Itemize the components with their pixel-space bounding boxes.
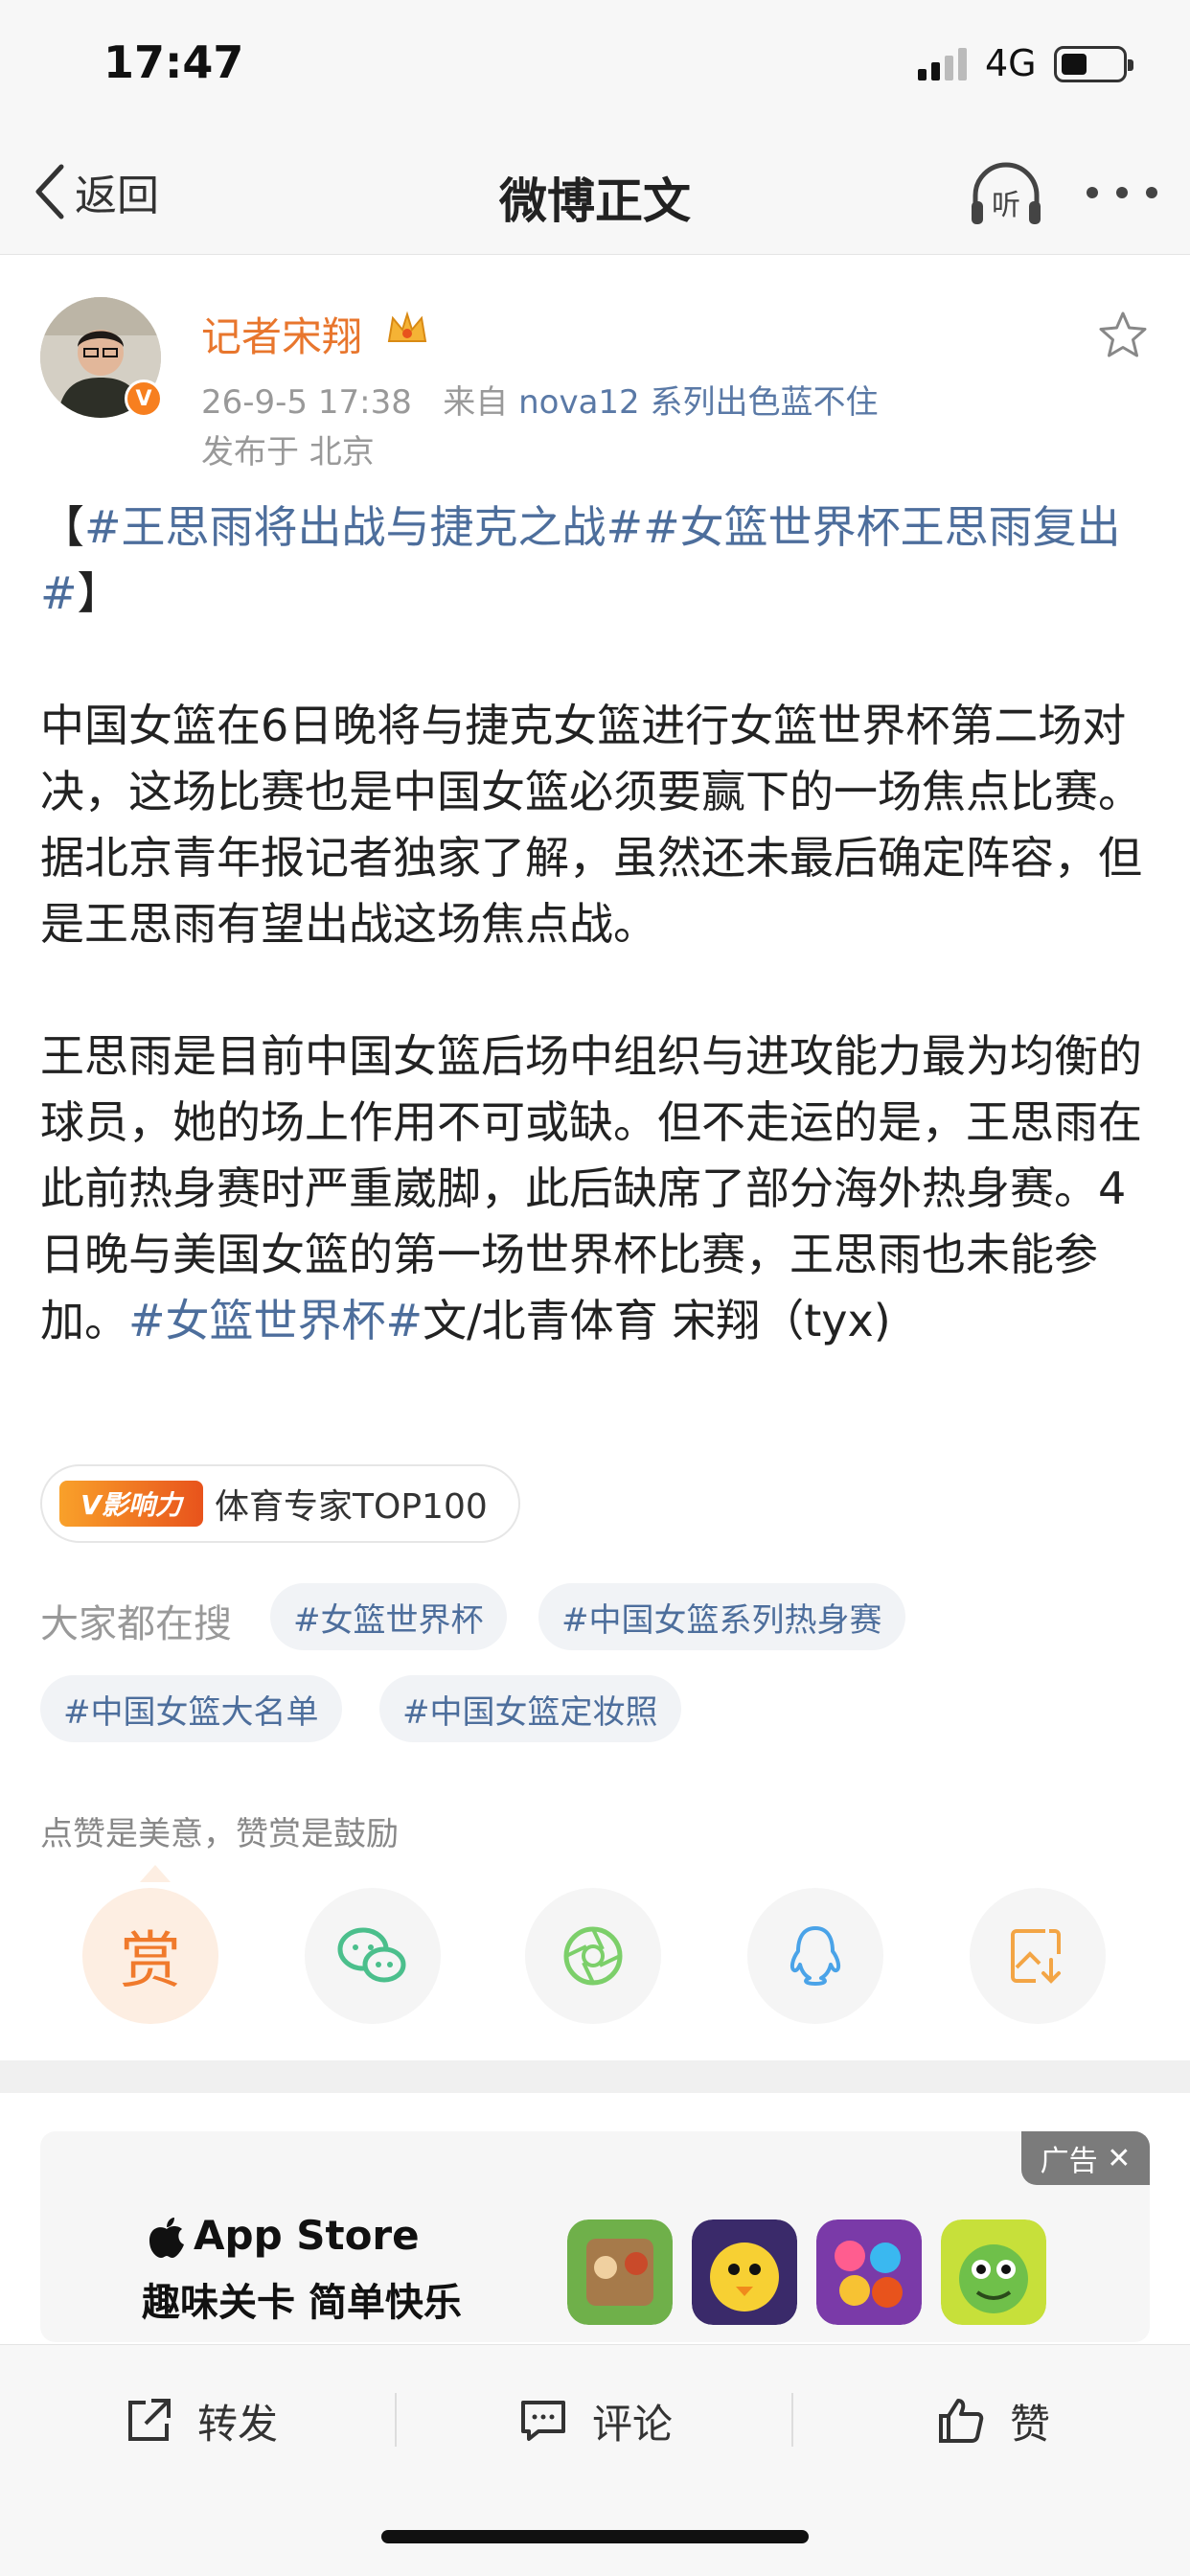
post-source-link[interactable]: nova12 系列出色蓝不住 — [518, 383, 878, 422]
ad-tag-label: 广告 — [1040, 2145, 1098, 2178]
game-icon — [567, 2220, 673, 2325]
influence-label: 体育专家TOP100 — [215, 1487, 488, 1527]
reward-button[interactable]: 赏 — [82, 1888, 218, 2024]
nav-bar: 返回 微博正文 听 — [0, 134, 1190, 255]
thumbs-up-icon — [939, 2399, 984, 2443]
signal-icon — [918, 48, 967, 80]
forward-label: 转发 — [197, 2400, 279, 2448]
network-type: 4G — [985, 42, 1037, 84]
post-location: 发布于 北京 — [201, 433, 375, 472]
moments-share-button[interactable] — [525, 1888, 661, 2024]
section-divider — [0, 2060, 1190, 2093]
save-image-button[interactable] — [970, 1888, 1106, 2024]
search-chip[interactable]: #中国女篮系列热身赛 — [538, 1583, 905, 1650]
like-button[interactable]: 赞 — [935, 2387, 1050, 2454]
status-time: 17:47 — [103, 36, 244, 88]
verified-badge-icon: V — [125, 380, 163, 418]
qq-icon — [790, 1926, 841, 1986]
paragraph-2-tail: 文/北青体育 宋翔（tyx) — [423, 1295, 891, 1346]
comment-button[interactable]: 评论 — [517, 2387, 673, 2454]
bracket-open: 【 — [40, 501, 84, 553]
ad-banner[interactable]: 广告 ✕ App Store 趣味关卡 简单快乐 — [40, 2131, 1150, 2342]
post-title-line: 【#王思雨将出战与捷克之战##女篮世界杯王思雨复出#】 — [40, 494, 1161, 627]
comment-icon — [521, 2401, 565, 2441]
hashtag-link[interactable]: #王思雨将出战与捷克之战# — [84, 501, 643, 553]
post-paragraph-1: 中国女篮在6日晚将与捷克女篮进行女篮世界杯第二场对决，这场比赛也是中国女篮必须要… — [40, 700, 1142, 950]
ad-close-button[interactable]: 广告 ✕ — [1021, 2131, 1150, 2185]
post-content: 【#王思雨将出战与捷克之战##女篮世界杯王思雨复出#】 中国女篮在6日晚将与捷克… — [40, 494, 1161, 1354]
favorite-star-icon[interactable] — [1096, 309, 1150, 362]
wechat-share-button[interactable] — [305, 1888, 441, 2024]
battery-icon — [1054, 46, 1133, 82]
hashtag-link[interactable]: #女篮世界杯# — [128, 1295, 423, 1346]
crown-icon — [387, 310, 427, 342]
apple-logo-icon — [149, 2218, 184, 2258]
home-indicator — [381, 2530, 809, 2543]
save-image-icon — [1011, 1929, 1061, 1984]
share-forward-icon — [128, 2399, 171, 2441]
post-timestamp: 26-9-5 17:38 — [201, 383, 412, 422]
influence-logo: V影响力 — [59, 1481, 203, 1527]
game-icon — [816, 2220, 922, 2325]
app-store-name: App Store — [194, 2212, 420, 2259]
search-chip[interactable]: #女篮世界杯 — [270, 1583, 507, 1650]
headphones-listen-icon[interactable]: 听 — [968, 161, 1044, 228]
action-separator — [791, 2393, 793, 2447]
wechat-icon — [337, 1927, 406, 1983]
action-separator — [395, 2393, 397, 2447]
author-name[interactable]: 记者宋翔 — [201, 305, 362, 363]
forward-button[interactable]: 转发 — [123, 2387, 278, 2454]
influence-badge[interactable]: V影响力 体育专家TOP100 — [40, 1464, 520, 1543]
ad-slogan: 趣味关卡 简单快乐 — [142, 2281, 462, 2325]
game-icon — [941, 2220, 1046, 2325]
close-icon: ✕ — [1107, 2141, 1132, 2175]
more-dots-icon[interactable] — [1079, 169, 1165, 217]
hint-pointer — [140, 1865, 171, 1882]
post-meta: 26-9-5 17:38 来自 nova12 系列出色蓝不住 — [201, 376, 879, 423]
like-label: 赞 — [1010, 2400, 1051, 2448]
qq-share-button[interactable] — [747, 1888, 883, 2024]
moments-icon — [563, 1926, 623, 1986]
source-prefix: 来自 — [443, 383, 509, 422]
trending-search-label: 大家都在搜 — [40, 1602, 232, 1646]
comment-label: 评论 — [592, 2400, 674, 2448]
status-bar: 17:47 4G — [0, 0, 1190, 134]
game-icon — [692, 2220, 797, 2325]
svg-text:听: 听 — [992, 189, 1020, 222]
search-chip[interactable]: #中国女篮大名单 — [40, 1675, 342, 1742]
bracket-close: 】 — [77, 567, 122, 619]
search-chip[interactable]: #中国女篮定妆照 — [379, 1675, 681, 1742]
reward-hint: 点赞是美意，赞赏是鼓励 — [40, 1815, 399, 1853]
post-paragraph-2: 王思雨是目前中国女篮后场中组织与进攻能力最为均衡的球员，她的场上作用不可或缺。但… — [40, 1024, 1161, 1354]
